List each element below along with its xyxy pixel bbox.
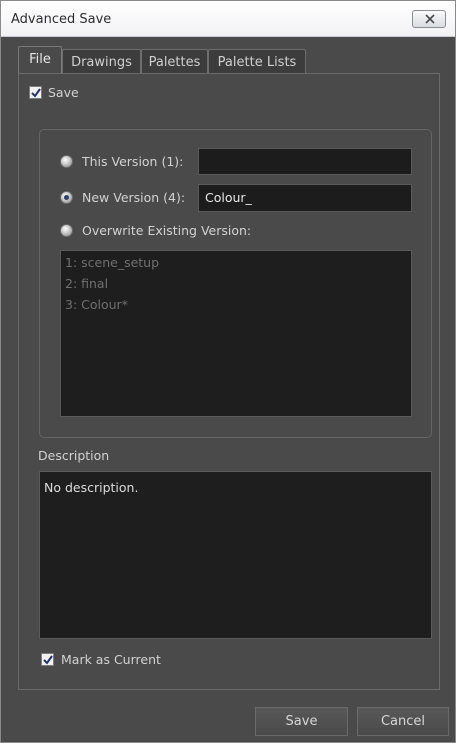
checkmark-icon [31,88,41,98]
cancel-button[interactable]: Cancel [357,707,449,736]
description-label: Description [38,448,110,463]
description-textarea[interactable]: No description. [39,471,432,639]
mark-as-current-checkbox[interactable] [41,653,54,666]
checkmark-icon [43,655,53,665]
tab-palette-lists[interactable]: Palette Lists [208,49,306,73]
close-icon [425,14,435,24]
list-item[interactable]: 3: Colour* [65,297,128,312]
new-version-radio[interactable] [60,191,73,204]
save-button[interactable]: Save [255,707,348,736]
tab-palettes[interactable]: Palettes [141,49,208,73]
this-version-field[interactable] [198,148,412,175]
this-version-label: This Version (1): [82,154,184,169]
this-version-radio[interactable] [60,155,73,168]
close-button[interactable] [412,10,446,28]
mark-as-current-label: Mark as Current [61,652,161,667]
title-bar: Advanced Save [1,1,455,37]
list-item[interactable]: 2: final [65,276,108,291]
dialog-title: Advanced Save [11,12,112,27]
tab-file[interactable]: File [18,46,62,73]
overwrite-version-radio[interactable] [60,224,73,237]
list-item[interactable]: 1: scene_setup [65,255,159,270]
overwrite-version-label: Overwrite Existing Version: [82,223,252,238]
save-checkbox-label: Save [48,85,79,100]
existing-versions-list[interactable]: 1: scene_setup 2: final 3: Colour* [60,250,412,417]
save-checkbox[interactable] [29,86,42,99]
advanced-save-dialog: Advanced Save File Drawings Palettes Pal… [0,0,456,743]
new-version-field[interactable]: Colour_ [198,184,412,212]
tab-drawings[interactable]: Drawings [62,49,141,73]
new-version-label: New Version (4): [82,190,186,205]
